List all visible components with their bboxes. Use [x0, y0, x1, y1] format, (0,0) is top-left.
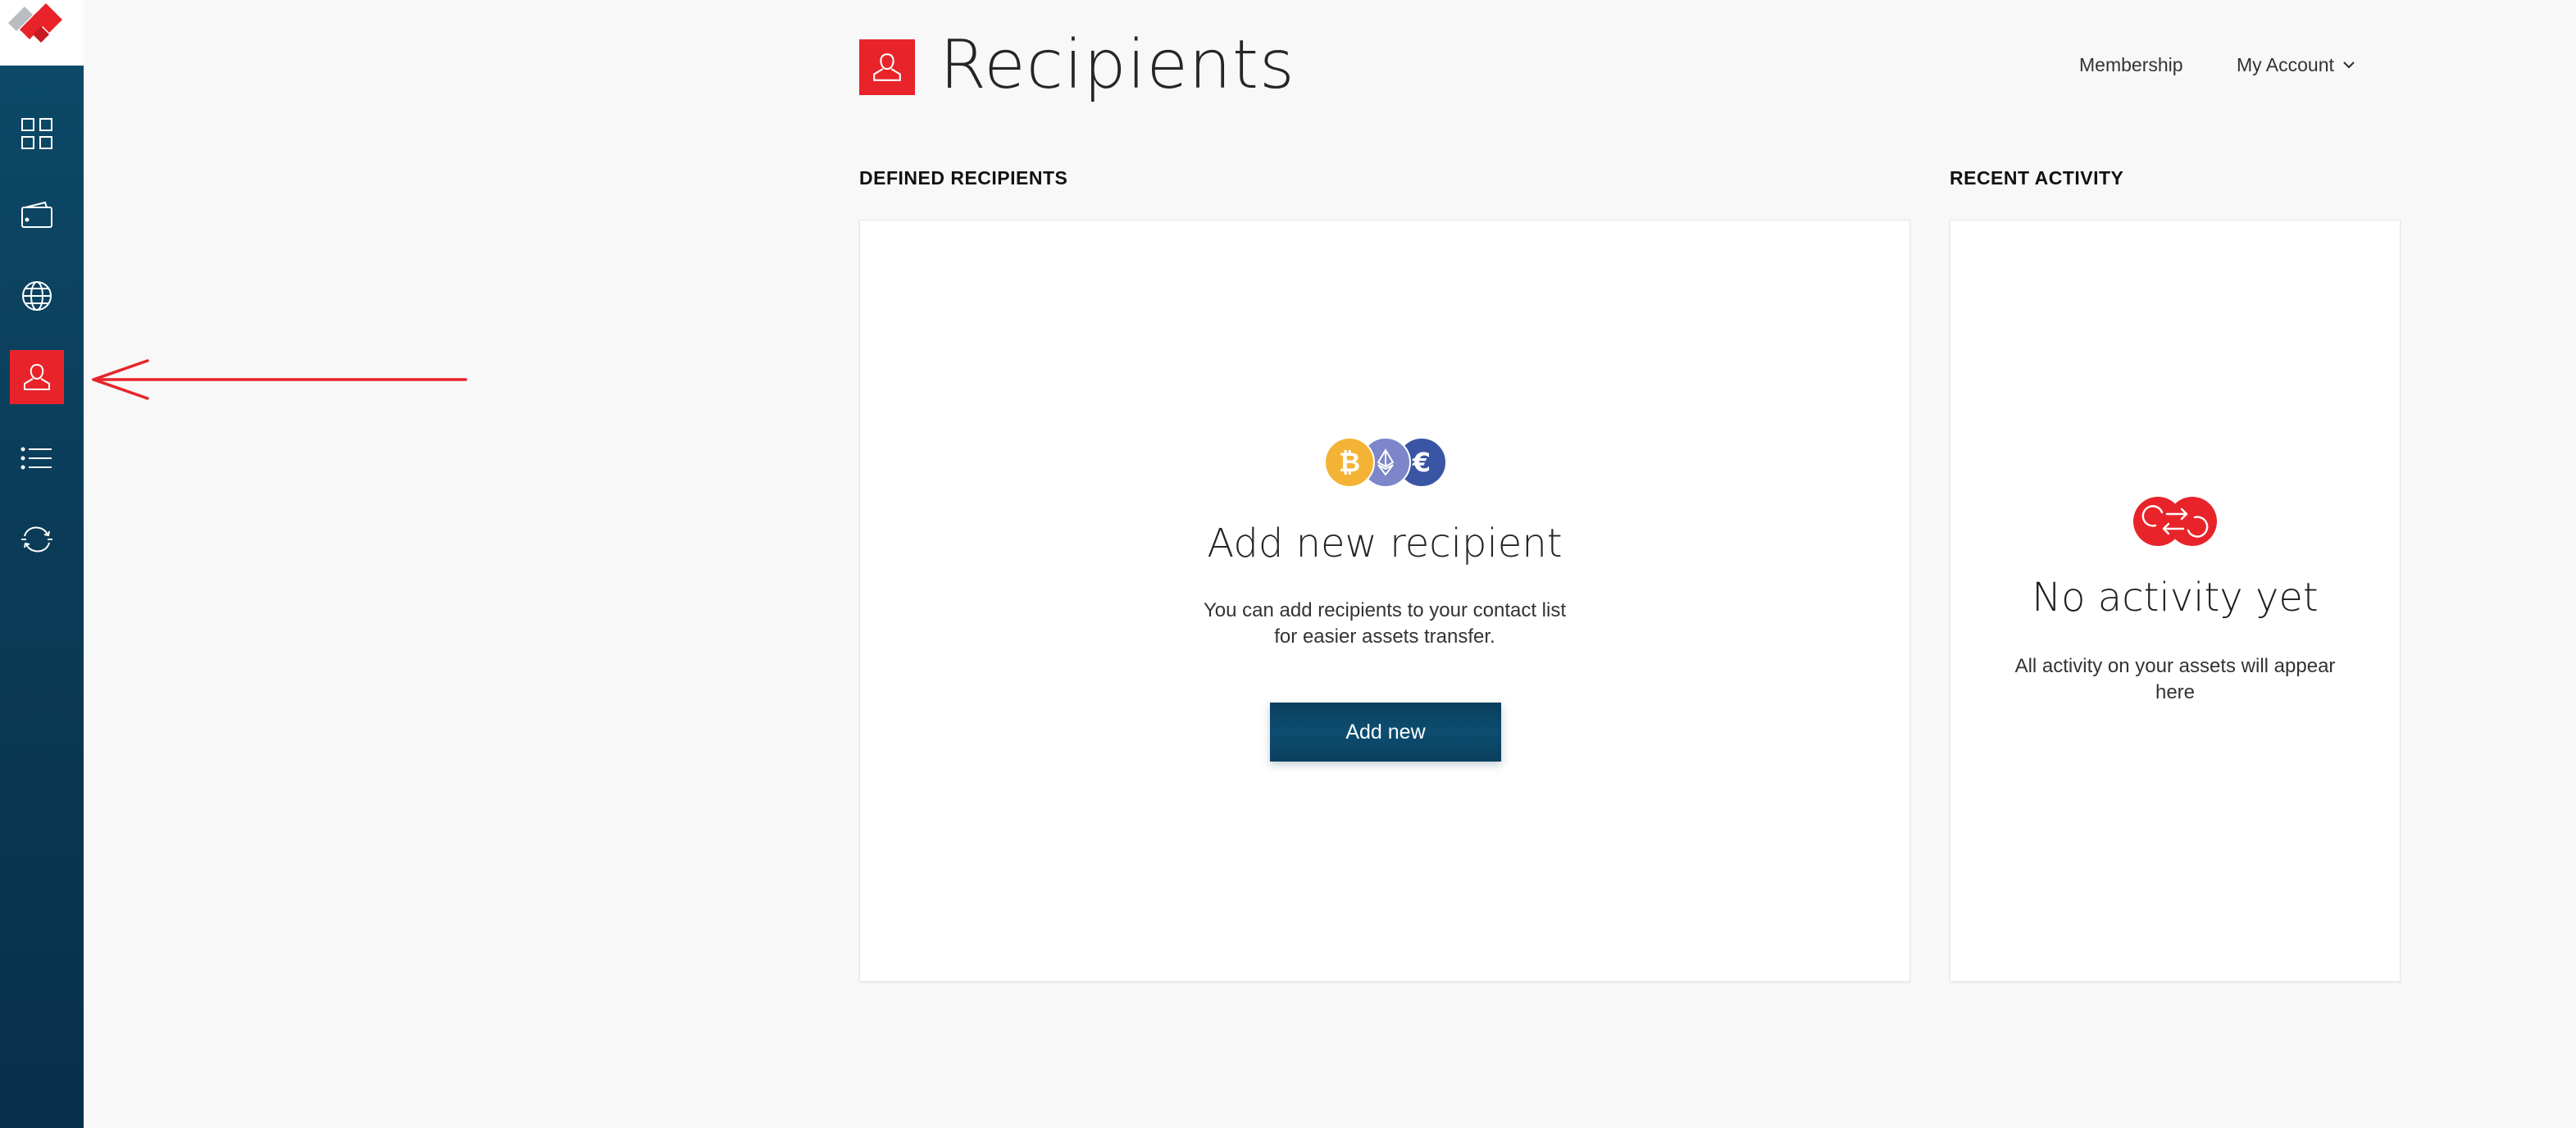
- add-recipient-heading: Add new recipient: [1207, 521, 1563, 566]
- sidebar-item-wallet[interactable]: [10, 188, 64, 242]
- sidebar-item-exchange[interactable]: [10, 512, 64, 566]
- euro-symbol: €: [1412, 447, 1431, 478]
- bitcoin-icon: ₿: [1324, 437, 1375, 488]
- page-icon: [859, 39, 915, 95]
- dashboard-grid-icon: [21, 118, 52, 149]
- chevron-down-icon: [2343, 61, 2355, 69]
- my-account-label: My Account: [2237, 54, 2334, 75]
- recent-activity-label: RECENT ACTIVITY: [1950, 167, 2124, 189]
- defined-recipients-label: DEFINED RECIPIENTS: [859, 167, 1068, 189]
- page-title: Recipients: [940, 26, 1295, 104]
- no-activity-description: All activity on your assets will appear …: [1950, 653, 2400, 706]
- sidebar-item-dashboard[interactable]: [10, 107, 64, 161]
- recent-activity-card: No activity yet All activity on your ass…: [1950, 220, 2401, 982]
- diamond-logo-icon: [8, 3, 62, 43]
- wallet-icon: [21, 201, 52, 228]
- sidebar: [0, 0, 84, 1128]
- recipient-icon: [873, 53, 901, 81]
- add-recipient-description: You can add recipients to your contact l…: [860, 598, 1909, 650]
- my-account-menu[interactable]: My Account: [2237, 52, 2355, 77]
- description-line-1: You can add recipients to your contact l…: [1203, 599, 1567, 621]
- annotation-arrow: [92, 359, 467, 400]
- sidebar-item-recipients[interactable]: [10, 350, 64, 404]
- sidebar-item-list[interactable]: [10, 431, 64, 485]
- activity-line-2: here: [2155, 681, 2196, 703]
- ethereum-glyph: [1377, 448, 1395, 476]
- list-icon: [20, 447, 52, 470]
- membership-link[interactable]: Membership: [2079, 52, 2183, 77]
- description-line-2: for easier assets transfer.: [1274, 625, 1495, 648]
- recipient-icon: [24, 363, 50, 390]
- sidebar-item-globe[interactable]: [10, 269, 64, 323]
- exchange-icon: [21, 526, 52, 553]
- no-activity-heading: No activity yet: [2032, 575, 2319, 621]
- defined-recipients-card: ₿ € Add new recipient You can add recipi…: [859, 220, 1910, 982]
- bitcoin-symbol: ₿: [1338, 447, 1361, 478]
- globe-icon: [22, 281, 52, 311]
- activity-exchange-icon: [2133, 497, 2217, 546]
- logo[interactable]: [0, 0, 84, 66]
- coin-icons: ₿ €: [1324, 437, 1455, 489]
- add-new-button[interactable]: Add new: [1270, 703, 1501, 762]
- activity-line-1: All activity on your assets will appear: [2014, 655, 2336, 677]
